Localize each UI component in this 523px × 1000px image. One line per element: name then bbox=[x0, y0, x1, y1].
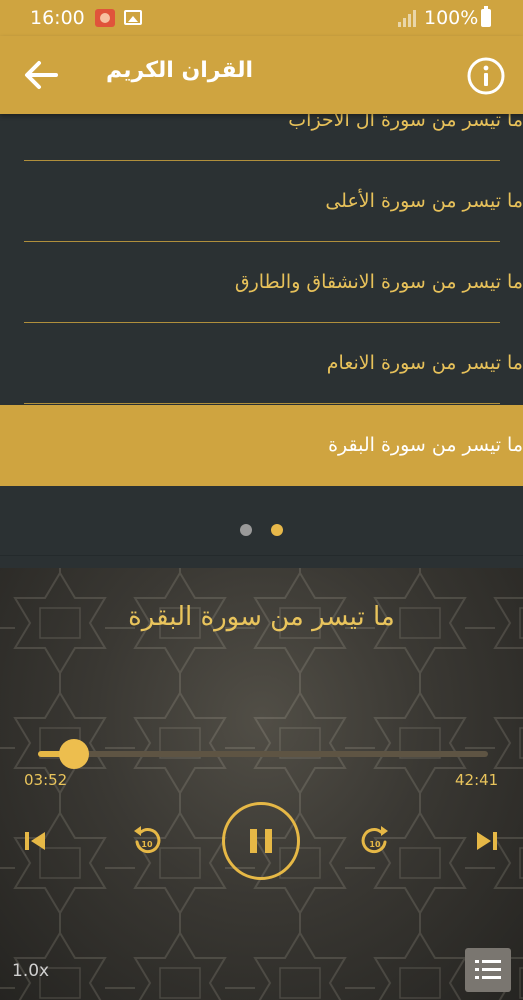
list-item-label: ما تيسر من سورة آل الأحزاب bbox=[288, 114, 523, 131]
status-bar: 16:00 100% bbox=[0, 0, 523, 36]
list-item-label: ما تيسر من سورة الانعام bbox=[326, 352, 523, 374]
list-item[interactable]: ما تيسر من سورة الأعلى bbox=[0, 161, 523, 242]
signal-icon bbox=[398, 10, 416, 27]
battery-percent: 100% bbox=[424, 7, 479, 29]
list-item-selected[interactable]: ما تيسر من سورة البقرة bbox=[0, 405, 523, 486]
skip-next-icon bbox=[477, 832, 497, 850]
list-item-label: ما تيسر من سورة البقرة bbox=[328, 434, 523, 456]
forward-10-button[interactable]: 10 bbox=[360, 824, 390, 856]
playback-speed-button[interactable]: 1.0x bbox=[12, 961, 49, 981]
list-item[interactable]: ما تيسر من سورة الانعام bbox=[0, 323, 523, 404]
list-icon bbox=[475, 960, 501, 979]
pause-icon bbox=[250, 829, 272, 853]
surah-list[interactable]: ما تيسر من سورة آل الأحزاب ما تيسر من سو… bbox=[0, 114, 523, 488]
back-button[interactable] bbox=[22, 56, 60, 94]
info-icon bbox=[467, 57, 505, 95]
page-dot-active[interactable] bbox=[271, 524, 283, 536]
forward-10-icon: 10 bbox=[361, 826, 388, 854]
divider bbox=[0, 555, 523, 556]
seek-bar-thumb[interactable] bbox=[59, 739, 89, 769]
notification-image-icon bbox=[124, 10, 142, 25]
page-title: القران الكريم bbox=[106, 58, 254, 83]
divider bbox=[24, 403, 500, 404]
svg-text:10: 10 bbox=[141, 840, 153, 849]
audio-player: ما تيسر من سورة البقرة 03:52 42:41 10 10 bbox=[0, 568, 523, 1000]
replay-10-icon: 10 bbox=[134, 826, 161, 854]
app-bar: القران الكريم bbox=[0, 36, 523, 114]
skip-previous-icon bbox=[25, 832, 45, 850]
list-item[interactable]: ما تيسر من سورة آل الأحزاب bbox=[0, 114, 523, 161]
rewind-10-button[interactable]: 10 bbox=[132, 824, 162, 856]
arrow-left-icon bbox=[25, 61, 58, 89]
list-item[interactable]: ما تيسر من سورة الانشقاق والطارق bbox=[0, 242, 523, 323]
status-time: 16:00 bbox=[30, 7, 85, 29]
page-dot[interactable] bbox=[240, 524, 252, 536]
svg-text:10: 10 bbox=[369, 840, 381, 849]
playlist-button[interactable] bbox=[465, 948, 511, 992]
list-item-label: ما تيسر من سورة الأعلى bbox=[325, 190, 523, 212]
total-duration: 42:41 bbox=[455, 771, 499, 789]
pause-button[interactable] bbox=[222, 802, 300, 880]
notification-app-icon bbox=[95, 9, 115, 27]
seek-bar[interactable] bbox=[38, 739, 488, 769]
list-item-label: ما تيسر من سورة الانشقاق والطارق bbox=[234, 271, 523, 293]
page-indicator bbox=[0, 488, 523, 568]
battery-icon bbox=[481, 6, 491, 27]
info-button[interactable] bbox=[466, 56, 506, 96]
now-playing-title: ما تيسر من سورة البقرة bbox=[128, 602, 395, 632]
previous-track-button[interactable] bbox=[24, 830, 46, 852]
background-pattern bbox=[0, 568, 523, 1000]
next-track-button[interactable] bbox=[476, 830, 498, 852]
elapsed-time: 03:52 bbox=[24, 771, 68, 789]
